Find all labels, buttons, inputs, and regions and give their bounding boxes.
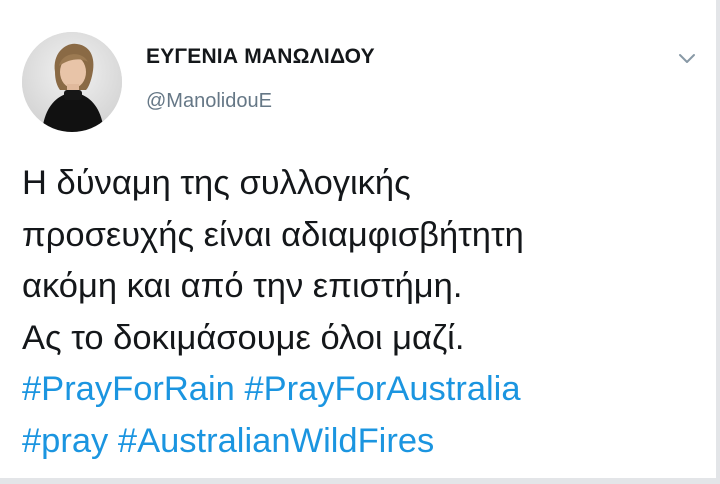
tweet-line: Ας το δοκιμάσουμε όλοι μαζί. [22,318,465,357]
hashtag-link[interactable]: #PrayForRain [22,370,235,408]
tweet-line: ακόμη και από την επιστήμη. [22,267,463,305]
display-name[interactable]: ΕΥΓΕΝΙΑ ΜΑΝΩΛΙΔΟΥ [146,45,375,69]
tweet-line: προσευχής είναι αδιαμφισβήτητη [22,215,524,254]
chevron-down-icon [679,54,695,63]
hashtag-link[interactable]: #pray [22,422,108,460]
hashtag-line: #pray #AustralianWildFires [22,416,524,468]
hashtag-link[interactable]: #AustralianWildFires [118,422,434,460]
hashtag-link[interactable]: #PrayForAustralia [244,370,520,408]
tweet-line: Η δύναμη της συλλογικής [22,164,411,202]
tweet-card: ΕΥΓΕΝΙΑ ΜΑΝΩΛΙΔΟΥ @ManolidouE Η δύναμη τ… [0,0,720,484]
hashtag-line: #PrayForRain #PrayForAustralia [22,364,524,416]
tweet-text: Η δύναμη της συλλογικής προσευχής είναι … [22,158,524,467]
user-handle[interactable]: @ManolidouE [146,90,272,113]
avatar[interactable] [22,32,122,132]
tweet-menu-button[interactable] [672,44,702,74]
profile-photo-icon [22,32,122,132]
